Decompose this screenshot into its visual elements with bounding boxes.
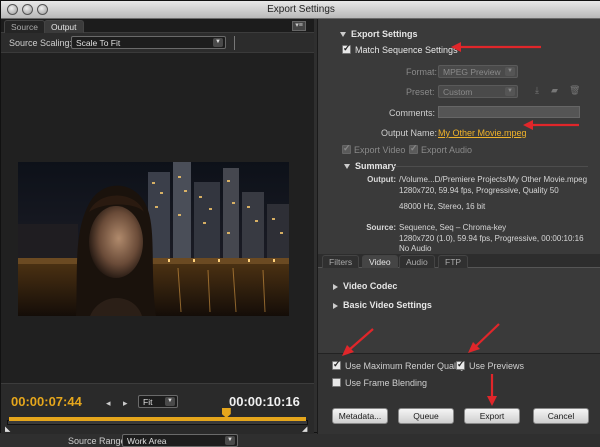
basic-video-settings-section[interactable]: Basic Video Settings [333, 300, 432, 310]
video-frame-image [18, 162, 289, 316]
export-video-checkbox[interactable] [342, 143, 351, 154]
export-audio-label: Export Audio [421, 145, 473, 155]
preview-pane: Source Output ▾≡ Source Scaling: Scale T… [1, 19, 314, 447]
summary-output-label: Output: [367, 175, 396, 184]
current-timecode[interactable]: 00:00:07:44 [11, 394, 82, 409]
max-render-quality-checkbox[interactable] [332, 359, 341, 370]
tab-video[interactable]: Video [362, 255, 398, 268]
summary-output-path: /Volume...D/Premiere Projects/My Other M… [399, 175, 588, 184]
tab-filters[interactable]: Filters [322, 255, 360, 268]
source-scaling-select[interactable]: Scale To Fit ▼ [71, 36, 226, 49]
queue-button[interactable]: Queue [398, 408, 454, 424]
settings-pane: Export Settings Match Sequence Settings … [317, 19, 600, 434]
frame-blending-label: Use Frame Blending [345, 378, 428, 388]
disclosure-triangle-icon [340, 32, 346, 38]
summary-source-video: 1280x720 (1.0), 59.94 fps, Progressive, … [399, 233, 584, 243]
format-label: Format: [406, 67, 438, 77]
tab-source[interactable]: Source [4, 20, 45, 33]
frame-blending-checkbox[interactable] [332, 378, 341, 387]
export-video-label: Export Video [354, 145, 406, 155]
comments-label: Comments: [389, 108, 436, 118]
output-name-label: Output Name: [381, 128, 438, 138]
cancel-button[interactable]: Cancel [533, 408, 589, 424]
preset-label: Preset: [406, 87, 435, 97]
output-name-link[interactable]: My Other Movie.mpeg [438, 128, 527, 138]
set-in-point-icon[interactable]: ◂ [106, 398, 111, 409]
zoom-level-value: Fit [143, 397, 153, 407]
max-render-quality-label: Use Maximum Render Quality [345, 361, 466, 371]
export-settings-section: Export Settings Match Sequence Settings … [328, 25, 592, 255]
summary-source-lines: Sequence, Seq – Chroma-key 1280x720 (1.0… [399, 223, 584, 255]
delete-preset-icon[interactable]: 🗑 [569, 85, 580, 96]
export-settings-window: Export Settings Source Output ▾≡ Source … [0, 0, 600, 447]
format-select[interactable]: MPEG Preview ▼ [438, 65, 518, 78]
match-sequence-label: Match Sequence Settings [355, 45, 458, 55]
metadata-button[interactable]: Metadata... [332, 408, 388, 424]
chevron-down-icon: ▼ [213, 38, 223, 47]
summary-source-label: Source: [366, 223, 396, 232]
use-previews-checkbox[interactable] [456, 359, 465, 370]
summary-output-video: 1280x720, 59.94 fps, Progressive, Qualit… [399, 185, 559, 195]
out-point-marker-icon[interactable]: ◢ [302, 425, 307, 433]
summary-source-audio: No Audio [399, 244, 432, 253]
disclosure-triangle-icon [333, 283, 338, 290]
panel-menu-icon[interactable]: ▾≡ [292, 21, 306, 31]
toolbar-divider [234, 36, 235, 50]
video-codec-section[interactable]: Video Codec [333, 281, 397, 291]
export-audio-checkbox[interactable] [409, 143, 418, 154]
title-bar: Export Settings [1, 1, 600, 19]
summary-source-sequence: Sequence, Seq – Chroma-key [399, 223, 507, 232]
source-scaling-row: Source Scaling: Scale To Fit ▼ [1, 33, 314, 53]
disclosure-triangle-icon [344, 164, 350, 170]
source-range-select[interactable]: Work Area ▼ [122, 434, 238, 447]
preset-select[interactable]: Custom ▼ [438, 85, 518, 98]
use-previews-label: Use Previews [469, 361, 525, 371]
comments-field[interactable] [438, 106, 580, 118]
save-preset-icon[interactable]: ⤓ [535, 85, 539, 96]
summary-heading[interactable]: Summary [344, 161, 396, 171]
source-scaling-value: Scale To Fit [76, 38, 121, 48]
preview-tabs: Source Output ▾≡ [1, 19, 314, 33]
duration-timecode: 00:00:10:16 [229, 394, 300, 409]
export-settings-heading[interactable]: Export Settings [340, 29, 418, 39]
chevron-down-icon: ▼ [505, 87, 515, 96]
chevron-down-icon: ▼ [225, 436, 235, 445]
match-sequence-checkbox[interactable] [342, 43, 351, 54]
tab-ftp[interactable]: FTP [438, 255, 469, 268]
summary-output-audio: 48000 Hz, Stereo, 16 bit [399, 202, 486, 211]
summary-output-lines: /Volume...D/Premiere Projects/My Other M… [399, 175, 587, 213]
timeline-work-area[interactable] [9, 417, 306, 421]
video-preview-area [1, 53, 314, 383]
disclosure-triangle-icon [333, 302, 338, 309]
in-point-marker-icon[interactable]: ◣ [5, 425, 10, 433]
chevron-down-icon: ▼ [165, 397, 175, 406]
source-range-value: Work Area [127, 436, 167, 446]
tab-output[interactable]: Output [44, 20, 84, 33]
settings-tabs: Filters Video Audio FTP [318, 254, 600, 268]
timeline-bar: 00:00:07:44 ◂ ▸ Fit ▼ 00:00:10:16 ◣ ◢ So… [1, 383, 314, 447]
source-range-label: Source Range: [68, 436, 129, 446]
import-preset-icon[interactable]: ▰ [551, 85, 558, 96]
tab-audio[interactable]: Audio [399, 255, 435, 268]
export-button[interactable]: Export [464, 408, 520, 424]
format-value: MPEG Preview [443, 67, 501, 77]
video-frame [18, 162, 289, 316]
source-scaling-label: Source Scaling: [9, 38, 73, 48]
window-title: Export Settings [267, 4, 335, 15]
preset-value: Custom [443, 87, 473, 97]
chevron-down-icon: ▼ [505, 67, 515, 76]
zoom-level-select[interactable]: Fit ▼ [138, 395, 178, 408]
summary-divider [393, 166, 588, 167]
set-out-point-icon[interactable]: ▸ [123, 398, 128, 409]
